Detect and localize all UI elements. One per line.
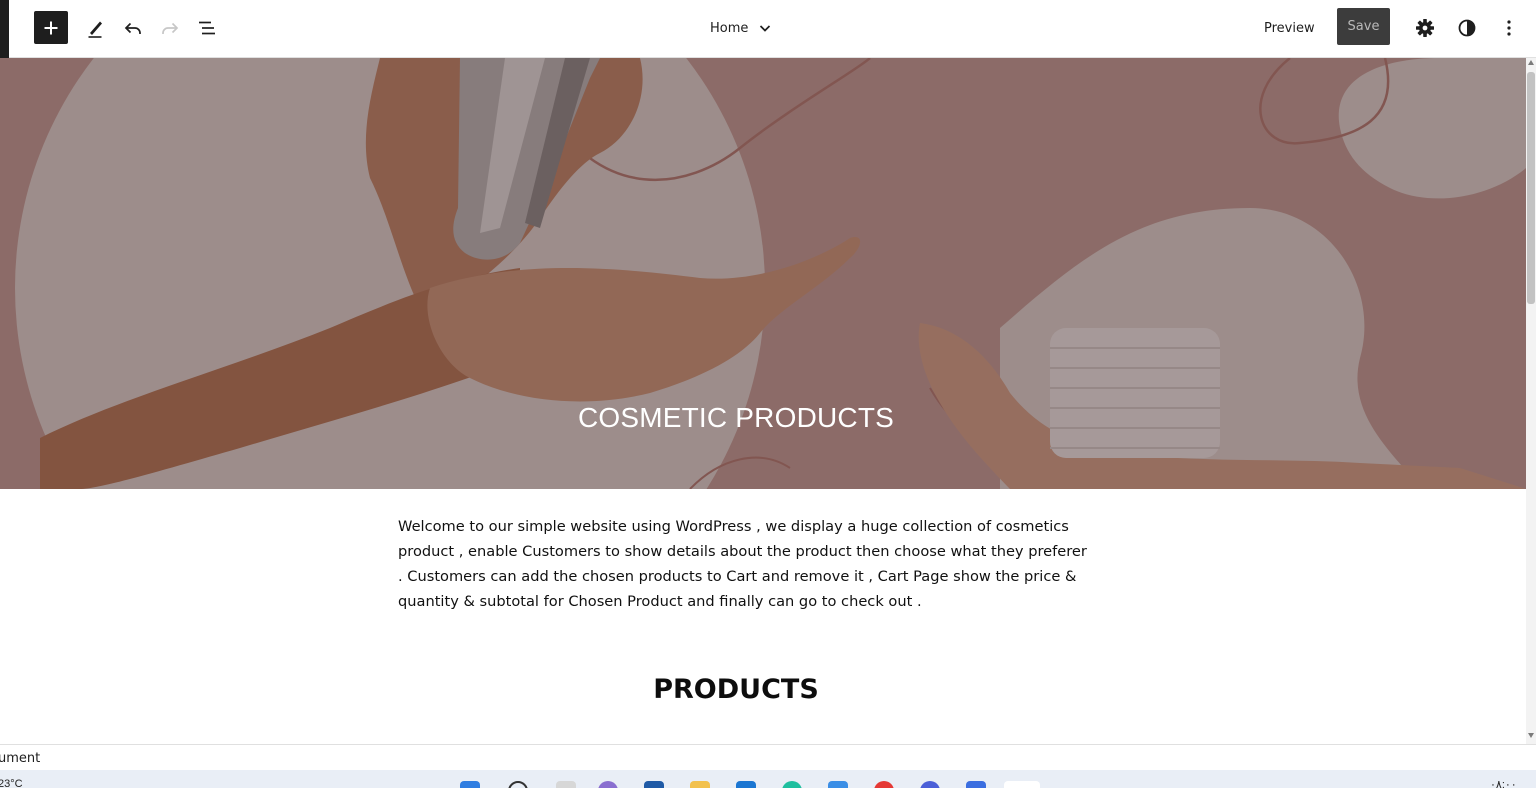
redo-button[interactable] — [155, 13, 185, 43]
search-icon[interactable] — [508, 781, 528, 788]
add-block-button[interactable] — [34, 11, 68, 44]
active-app-icon[interactable] — [1004, 781, 1040, 788]
weather-widget[interactable]: 23°C — [0, 778, 23, 788]
save-label: Save — [1347, 19, 1380, 34]
list-view-button[interactable] — [192, 13, 222, 43]
preview-label: Preview — [1264, 20, 1315, 36]
editor-footer: ument — [0, 744, 1536, 770]
start-icon[interactable] — [460, 781, 480, 788]
vertical-ellipsis-icon — [1507, 20, 1511, 36]
vscode-icon[interactable] — [736, 781, 756, 788]
document-title: Home — [710, 20, 749, 36]
file-explorer-icon[interactable] — [690, 781, 710, 788]
redo-icon — [162, 22, 179, 34]
chat-app-icon[interactable] — [598, 781, 618, 788]
system-clock[interactable]: ٠٨:٠٠ — [1490, 778, 1517, 788]
undo-icon — [124, 22, 141, 34]
chevron-down-icon — [760, 25, 771, 32]
app-icon-red[interactable] — [874, 781, 894, 788]
task-view-icon[interactable] — [556, 781, 576, 788]
cover-block[interactable]: COSMETIC PRODUCTS — [0, 58, 1526, 489]
styles-button[interactable] — [1452, 13, 1482, 43]
site-editor-screen: Home Preview Save COSMETIC PRODUCTS Welc… — [0, 0, 1536, 788]
scroll-up-arrow-icon[interactable] — [1528, 60, 1534, 65]
document-title-dropdown[interactable]: Home — [710, 16, 772, 40]
scrollbar-thumb[interactable] — [1527, 72, 1535, 304]
os-taskbar: 23°C ٠٨:٠٠ — [0, 770, 1536, 788]
pencil-icon — [88, 21, 102, 38]
preview-button[interactable]: Preview — [1264, 16, 1315, 40]
save-button[interactable]: Save — [1337, 8, 1390, 45]
scroll-down-arrow-icon[interactable] — [1528, 733, 1534, 738]
editor-top-toolbar: Home Preview Save — [0, 0, 1536, 58]
calendar-icon[interactable] — [966, 781, 986, 788]
plus-icon — [44, 21, 58, 34]
store-icon[interactable] — [644, 781, 664, 788]
gear-icon — [1416, 19, 1434, 37]
mail-icon[interactable] — [828, 781, 848, 788]
block-breadcrumb[interactable]: ument — [0, 751, 40, 766]
app-icon-blue[interactable] — [920, 781, 940, 788]
half-circle-icon — [1458, 19, 1476, 37]
undo-button[interactable] — [118, 13, 148, 43]
editor-canvas: COSMETIC PRODUCTS Welcome to our simple … — [0, 58, 1526, 744]
site-logo-edge[interactable] — [0, 0, 9, 58]
cover-title[interactable]: COSMETIC PRODUCTS — [0, 402, 1472, 434]
products-heading[interactable]: PRODUCTS — [0, 674, 1472, 705]
settings-button[interactable] — [1410, 13, 1440, 43]
tools-button[interactable] — [80, 13, 110, 43]
edge-icon[interactable] — [782, 781, 802, 788]
intro-paragraph[interactable]: Welcome to our simple website using Word… — [398, 514, 1088, 614]
options-button[interactable] — [1494, 13, 1524, 43]
list-view-icon — [199, 21, 215, 35]
